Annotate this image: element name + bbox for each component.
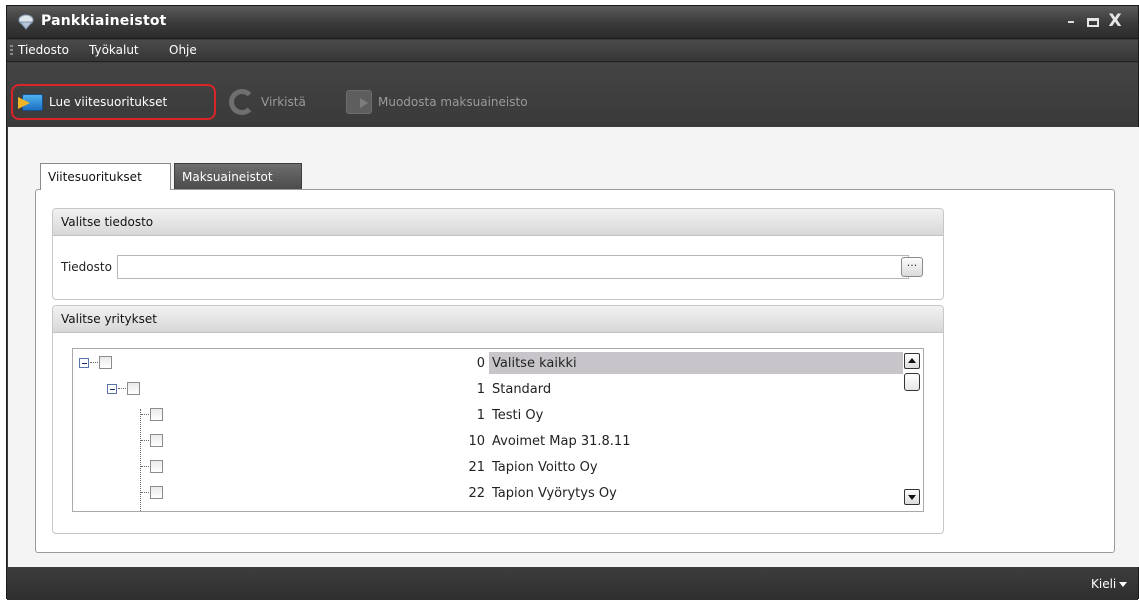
tree-row[interactable]: 21 Tapion Voitto Oy [73,455,903,481]
company-number: 22 [468,486,485,501]
menu-grip-icon [10,45,13,57]
company-name: Tapion Vyörytys Oy [492,486,617,501]
tree-row[interactable]: 0 Valitse kaikki [73,351,903,377]
scroll-thumb[interactable] [904,373,920,391]
maximize-button[interactable] [1084,13,1102,31]
close-button[interactable]: X [1106,11,1124,31]
title-bar[interactable]: Pankkiaineistot – X [7,6,1138,39]
toolbar: Lue viitesuoritukset Virkistä Muodosta m… [7,63,1138,127]
tab-panel: Valitse tiedosto Tiedosto ··· Valitse yr… [35,189,1115,553]
company-tree[interactable]: 0 Valitse kaikki 1 Standard 1 Testi Oy 1… [72,348,924,512]
menu-bar: Tiedosto Työkalut Ohje [7,40,1138,62]
collapse-icon[interactable] [79,357,89,368]
tree-row[interactable]: 1 Standard [73,377,903,403]
company-name: Valitse kaikki [489,352,903,374]
file-group: Valitse tiedosto Tiedosto ··· [52,208,944,300]
payment-file-icon [346,90,372,114]
refresh-icon [229,89,255,115]
company-group: Valitse yritykset 0 Valitse kaikki 1 Sta… [52,305,944,534]
company-number: 0 [476,356,485,371]
create-payment-file-button[interactable]: Muodosta maksuaineisto [346,85,528,119]
tab-viitesuoritukset[interactable]: Viitesuoritukset [40,163,171,190]
menu-item-tyokalut[interactable]: Työkalut [89,43,139,57]
main-content: Viitesuoritukset Maksuaineistot Valitse … [8,127,1139,567]
window-title: Pankkiaineistot [41,13,167,29]
company-name: Avoimet Map 31.8.11 [492,434,631,449]
company-number: 1 [476,408,485,423]
read-payments-label: Lue viitesuoritukset [49,95,168,109]
company-checkbox[interactable] [150,460,163,473]
company-name: Tapion Voitto Oy [492,460,598,475]
menu-item-ohje[interactable]: Ohje [169,43,197,57]
tree-row[interactable]: 1 Testi Oy [73,403,903,429]
app-logo-icon [18,14,34,30]
minimize-button[interactable]: – [1062,12,1080,30]
company-group-title: Valitse yritykset [53,306,943,333]
collapse-icon[interactable] [107,383,117,394]
language-label: Kieli [1091,577,1117,591]
company-checkbox[interactable] [150,434,163,447]
company-checkbox[interactable] [150,486,163,499]
company-name: Testi Oy [492,408,544,423]
file-field-label: Tiedosto [61,260,112,274]
app-window: Pankkiaineistot – X Tiedosto Työkalut Oh… [6,5,1139,600]
create-payment-file-label: Muodosta maksuaineisto [378,95,528,109]
company-number: 21 [468,460,485,475]
file-group-title: Valitse tiedosto [53,209,943,236]
status-bar: Kieli [7,567,1138,600]
company-number: 10 [468,434,485,449]
file-row: Tiedosto [61,255,909,279]
company-number: 1 [476,382,485,397]
refresh-label: Virkistä [261,95,306,109]
company-name: Standard [492,382,552,397]
language-menu[interactable]: Kieli [1091,577,1128,591]
read-payments-button[interactable]: Lue viitesuoritukset [11,84,216,120]
menu-item-tiedosto[interactable]: Tiedosto [18,43,69,57]
company-checkbox[interactable] [150,408,163,421]
file-path-input[interactable] [116,255,909,279]
scroll-up-icon[interactable] [904,353,920,369]
tree-row[interactable]: 22 Tapion Vyörytys Oy [73,481,903,507]
maximize-icon [1087,18,1099,27]
import-folder-icon [18,92,43,112]
chevron-down-icon [1119,582,1128,587]
tree-row[interactable]: 10 Avoimet Map 31.8.11 [73,429,903,455]
tree-scrollbar[interactable] [904,351,922,509]
company-checkbox[interactable] [127,382,140,395]
company-checkbox[interactable] [99,356,112,369]
scroll-down-icon[interactable] [904,489,920,505]
refresh-button[interactable]: Virkistä [229,85,306,119]
browse-file-button[interactable]: ··· [901,257,923,277]
tab-maksuaineistot[interactable]: Maksuaineistot [174,163,302,189]
